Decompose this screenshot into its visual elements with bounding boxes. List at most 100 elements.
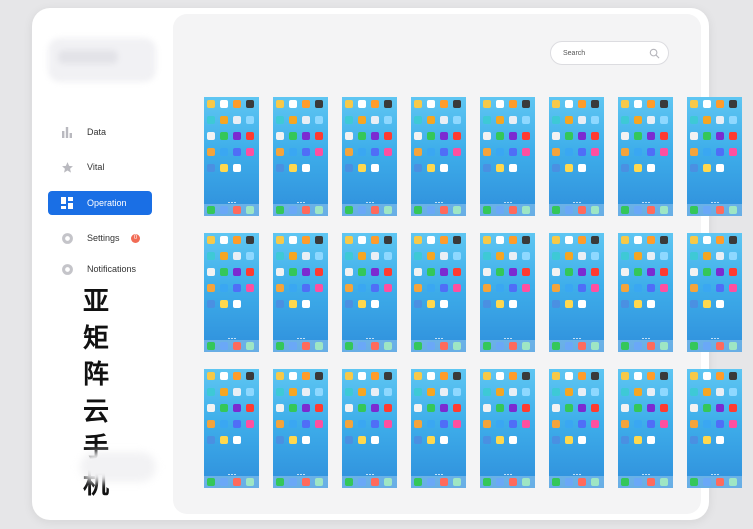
- device-thumbnail[interactable]: [273, 369, 328, 488]
- app-icon: [496, 436, 504, 444]
- dock-app-icon: [345, 206, 353, 214]
- device-thumbnail[interactable]: [411, 369, 466, 488]
- page-indicator: [300, 201, 302, 203]
- app-icon: [384, 268, 392, 276]
- app-icon: [302, 300, 310, 308]
- device-thumbnail[interactable]: [411, 97, 466, 216]
- app-icon: [427, 148, 435, 156]
- device-thumbnail[interactable]: [480, 97, 535, 216]
- device-thumbnail[interactable]: [549, 233, 604, 352]
- app-icon: [716, 372, 724, 380]
- app-icon: [302, 388, 310, 396]
- app-icon: [509, 164, 517, 172]
- device-thumbnail[interactable]: [411, 233, 466, 352]
- app-icon: [220, 436, 228, 444]
- app-icon: [578, 164, 586, 172]
- app-icon: [220, 388, 228, 396]
- dock-app-icon: [634, 342, 642, 350]
- app-icon: [289, 388, 297, 396]
- device-thumbnail[interactable]: [204, 233, 259, 352]
- app-icon: [509, 284, 517, 292]
- dock-app-icon: [427, 478, 435, 486]
- app-icon: [276, 268, 284, 276]
- app-icon: [289, 436, 297, 444]
- app-icon: [509, 132, 517, 140]
- app-icon: [384, 132, 392, 140]
- app-icon: [384, 116, 392, 124]
- sidebar-item-settings[interactable]: Settings 0: [48, 226, 152, 250]
- device-thumbnail[interactable]: [342, 369, 397, 488]
- dock-app-icon: [509, 478, 517, 486]
- dock-app-icon: [496, 342, 504, 350]
- app-icon: [315, 404, 323, 412]
- device-thumbnail[interactable]: [342, 233, 397, 352]
- app-icon: [690, 388, 698, 396]
- app-icon: [565, 252, 573, 260]
- device-thumbnail[interactable]: [687, 369, 742, 488]
- device-thumbnail[interactable]: [480, 233, 535, 352]
- app-icon: [289, 300, 297, 308]
- app-icon: [276, 404, 284, 412]
- app-icon: [703, 236, 711, 244]
- page-indicator: [441, 201, 443, 203]
- sidebar-item-label: Operation: [87, 198, 127, 208]
- device-thumbnail[interactable]: [549, 97, 604, 216]
- app-icon: [565, 236, 573, 244]
- app-icon: [276, 236, 284, 244]
- app-icon: [647, 388, 655, 396]
- app-icon: [578, 100, 586, 108]
- app-icon: [276, 148, 284, 156]
- app-icon: [522, 132, 530, 140]
- device-thumbnail[interactable]: [204, 97, 259, 216]
- app-icon: [496, 236, 504, 244]
- app-icon: [233, 100, 241, 108]
- sidebar-item-notifications[interactable]: Notifications: [48, 257, 152, 281]
- app-icon: [302, 164, 310, 172]
- device-thumbnail[interactable]: [342, 97, 397, 216]
- sidebar-item-vital[interactable]: Vital: [48, 155, 152, 179]
- app-icon: [690, 372, 698, 380]
- app-icon: [345, 116, 353, 124]
- app-icon: [371, 164, 379, 172]
- device-thumbnail[interactable]: [687, 97, 742, 216]
- dock-app-icon: [552, 342, 560, 350]
- app-icon: [565, 164, 573, 172]
- device-thumbnail[interactable]: [204, 369, 259, 488]
- app-icon: [729, 148, 737, 156]
- sidebar-item-operation[interactable]: Operation: [48, 191, 152, 215]
- app-icon: [496, 284, 504, 292]
- device-thumbnail[interactable]: [273, 97, 328, 216]
- app-icon: [276, 388, 284, 396]
- app-icon: [371, 132, 379, 140]
- dock-app-icon: [302, 478, 310, 486]
- search-placeholder: Search: [563, 49, 586, 57]
- device-thumbnail[interactable]: [618, 233, 673, 352]
- app-icon: [440, 100, 448, 108]
- app-icon: [483, 100, 491, 108]
- device-thumbnail[interactable]: [618, 97, 673, 216]
- app-icon: [634, 300, 642, 308]
- search-icon[interactable]: [649, 48, 660, 59]
- device-thumbnail[interactable]: [549, 369, 604, 488]
- app-icon: [591, 372, 599, 380]
- sidebar-item-data[interactable]: Data: [48, 120, 152, 144]
- device-thumbnail[interactable]: [273, 233, 328, 352]
- dock-app-icon: [716, 478, 724, 486]
- app-icon: [384, 404, 392, 412]
- app-icon: [565, 436, 573, 444]
- dock-app-icon: [276, 478, 284, 486]
- page-indicator: [231, 201, 233, 203]
- search-input[interactable]: Search: [550, 41, 669, 65]
- device-thumbnail[interactable]: [480, 369, 535, 488]
- app-icon: [591, 132, 599, 140]
- dock-app-icon: [233, 342, 241, 350]
- dock-app-icon: [578, 342, 586, 350]
- app-icon: [483, 148, 491, 156]
- device-thumbnail[interactable]: [618, 369, 673, 488]
- page-indicator: [507, 201, 509, 203]
- device-thumbnail[interactable]: [687, 233, 742, 352]
- grid-icon: [60, 196, 74, 210]
- dock-app-icon: [660, 342, 668, 350]
- app-icon: [233, 300, 241, 308]
- page-indicator: [435, 337, 437, 339]
